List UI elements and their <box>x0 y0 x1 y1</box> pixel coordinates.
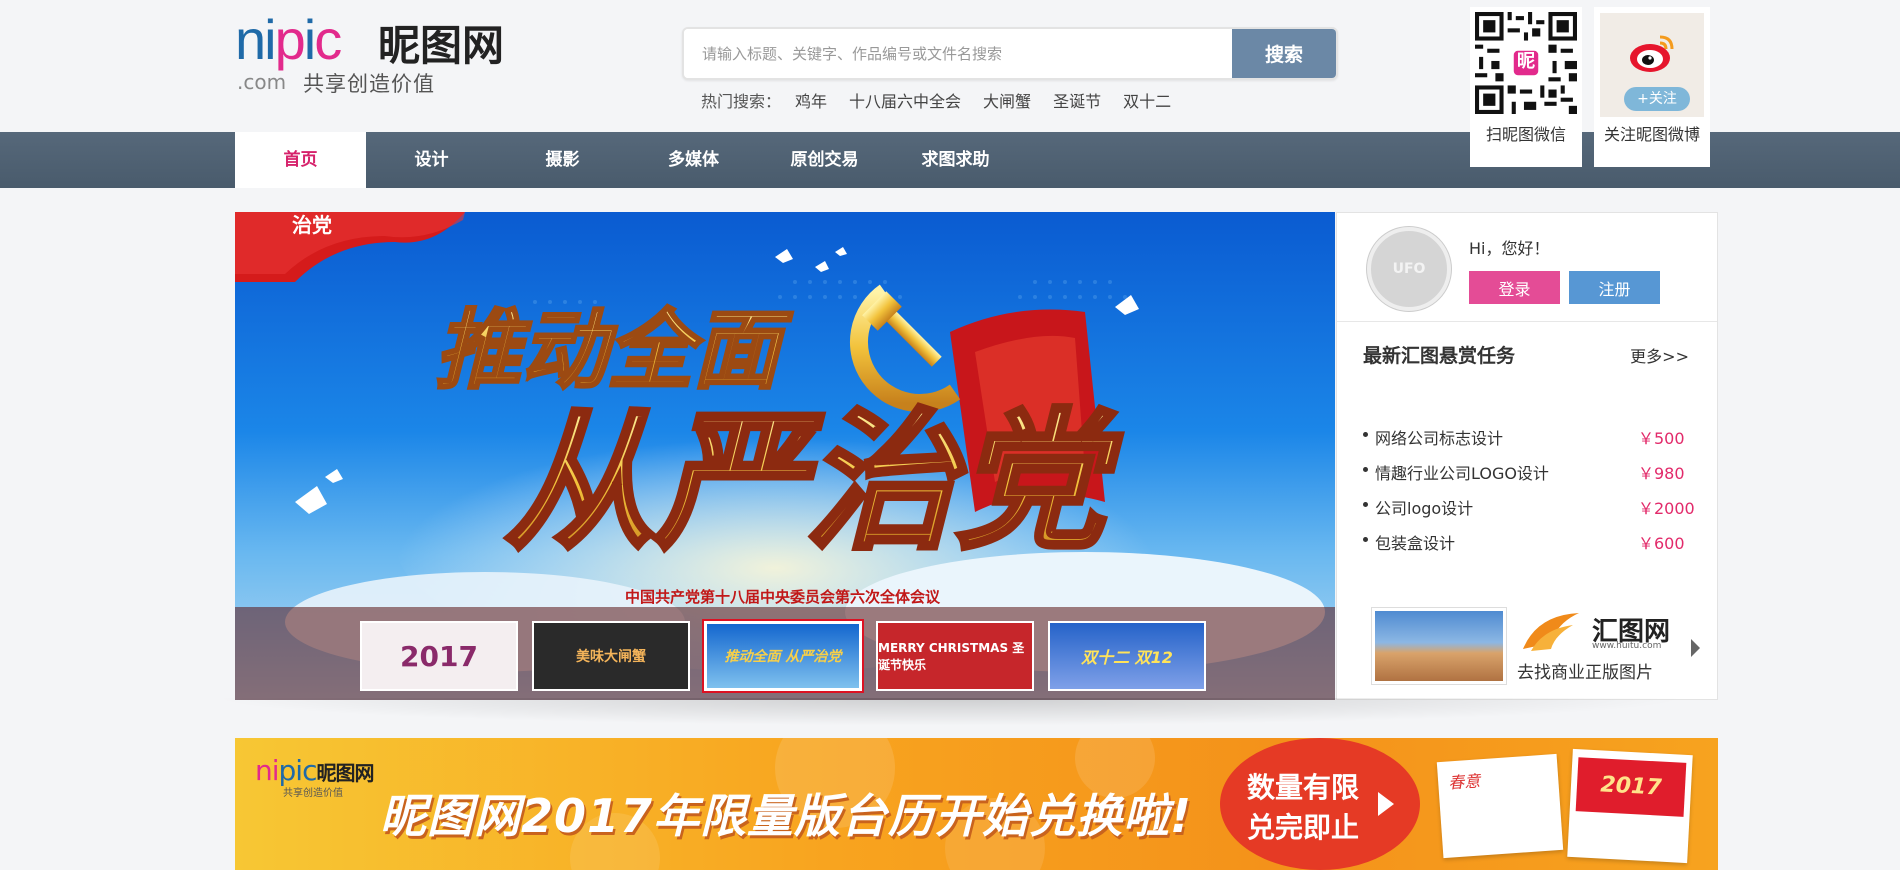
logo-wordmark: nipic <box>235 8 342 71</box>
promo-title: 昵图网2017年限量版台历开始兑换啦! <box>380 789 1193 843</box>
logo-slogan: 共享创造价值 <box>303 72 435 96</box>
landscape-photo <box>1375 611 1503 681</box>
nav-item-photography[interactable]: 摄影 <box>497 132 628 188</box>
task-name: 网络公司标志设计 <box>1375 429 1504 448</box>
bullet-icon <box>1363 467 1368 472</box>
weibo-panel: +关注 <box>1600 13 1704 117</box>
promo-slogan: 共享创造价值 <box>283 788 343 799</box>
site-logo[interactable]: nipic 昵图网 .com 共享创造价值 <box>235 8 510 97</box>
wechat-qr-card[interactable]: 昵 扫昵图微信 <box>1470 7 1582 167</box>
huitu-logo-icon <box>1523 613 1579 651</box>
nav-item-original-trade[interactable]: 原创交易 <box>759 132 890 188</box>
task-name: 情趣行业公司LOGO设计 <box>1375 464 1549 483</box>
carousel-thumbnail-strip: 2017 美味大闸蟹 推动全面 从严治党 MERRY CHRISTMAS 圣诞节… <box>235 607 1335 700</box>
avatar[interactable]: UFO <box>1367 227 1451 311</box>
task-price: ￥2000 <box>1638 499 1695 518</box>
carousel-thumb[interactable]: 美味大闸蟹 <box>532 621 690 691</box>
tasks-title: 最新汇图悬赏任务 <box>1363 345 1516 367</box>
task-price: ￥600 <box>1638 534 1685 553</box>
qr-logo-char: 昵 <box>1517 51 1535 72</box>
user-side-panel: UFO Hi，您好！ 登录 注册 最新汇图悬赏任务 更多>> 网络公司标志设计 … <box>1336 212 1718 700</box>
weibo-card[interactable]: +关注 关注昵图微博 <box>1594 7 1710 167</box>
logo-cn-name: 昵图网 <box>378 21 505 70</box>
avatar-ufo-icon: UFO <box>1392 261 1426 277</box>
hot-search-link[interactable]: 圣诞节 <box>1053 88 1101 112</box>
calendar-image: 2017 <box>1567 748 1693 864</box>
task-price: ￥500 <box>1638 429 1685 448</box>
play-arrow-icon <box>1378 792 1394 816</box>
bullet-icon <box>1363 432 1368 437</box>
hot-search-link[interactable]: 十八届六中全会 <box>849 88 961 112</box>
promo-logo: nipic昵图网 <box>255 754 374 787</box>
weibo-follow-button[interactable]: +关注 <box>1624 87 1690 111</box>
task-item[interactable]: 情趣行业公司LOGO设计 ￥980 <box>1363 460 1693 495</box>
huitu-url: www.huitu.com <box>1592 641 1662 651</box>
search-box: 搜索 <box>682 27 1338 80</box>
hot-searches: 热门搜索： 鸡年 十八届六中全会 大闸蟹 圣诞节 双十二 <box>701 88 1171 112</box>
hot-search-link[interactable]: 鸡年 <box>795 88 827 112</box>
banner-caption: 中国共产党第十八届中央委员会第六次全体会议 <box>625 588 941 606</box>
promo-banner[interactable]: nipic昵图网 共享创造价值 昵图网2017年限量版台历开始兑换啦! 数量有限… <box>235 738 1718 870</box>
wechat-label: 扫昵图微信 <box>1485 125 1566 144</box>
register-button[interactable]: 注册 <box>1569 271 1660 304</box>
divider <box>1337 321 1717 322</box>
huitu-ad-image[interactable] <box>1371 607 1507 685</box>
task-item[interactable]: 网络公司标志设计 ￥500 <box>1363 425 1693 460</box>
tasks-more-link[interactable]: 更多>> <box>1630 343 1689 367</box>
logo-com: .com <box>237 70 287 94</box>
carousel-thumb[interactable]: 推动全面 从严治党 <box>704 621 862 691</box>
calendar-image: 春意 <box>1436 753 1564 859</box>
task-price: ￥980 <box>1638 464 1685 483</box>
page: nipic 昵图网 .com 共享创造价值 搜索 热门搜索： 鸡年 十八届六中全… <box>0 0 1900 870</box>
nav-item-multimedia[interactable]: 多媒体 <box>628 132 759 188</box>
banner-headline-1: 推动全面 <box>435 301 793 401</box>
carousel-thumb[interactable]: 双十二 双12 <box>1048 621 1206 691</box>
hot-search-link[interactable]: 大闸蟹 <box>983 88 1031 112</box>
chevron-right-icon[interactable] <box>1691 639 1700 657</box>
search-button[interactable]: 搜索 <box>1232 29 1336 78</box>
nav-item-home[interactable]: 首页 <box>235 132 366 188</box>
hot-searches-label: 热门搜索： <box>701 92 782 111</box>
task-name: 公司logo设计 <box>1375 499 1474 518</box>
banner-top-tag: 治党 <box>292 213 332 237</box>
nav-item-design[interactable]: 设计 <box>366 132 497 188</box>
carousel-thumb[interactable]: 2017 <box>360 621 518 691</box>
weibo-icon <box>1630 35 1674 72</box>
hero-carousel[interactable]: 治党 推动全面 从严治党 中国共产党第十八届中央委员会第六次全体会议 2017 … <box>235 212 1335 700</box>
section-shadow <box>150 698 1750 728</box>
search-input[interactable] <box>684 29 1234 78</box>
login-button[interactable]: 登录 <box>1469 271 1560 304</box>
task-item[interactable]: 公司logo设计 ￥2000 <box>1363 495 1695 530</box>
huitu-subtitle[interactable]: 去找商业正版图片 <box>1517 658 1653 683</box>
task-list: 网络公司标志设计 ￥500 情趣行业公司LOGO设计 ￥980 公司logo设计… <box>1363 425 1695 565</box>
task-item[interactable]: 包装盒设计 ￥600 <box>1363 530 1693 565</box>
greeting: Hi，您好！ <box>1469 239 1550 258</box>
weibo-label: 关注昵图微博 <box>1603 125 1700 144</box>
nav-item-request-help[interactable]: 求图求助 <box>890 132 1021 188</box>
bullet-icon <box>1363 537 1368 542</box>
hot-search-link[interactable]: 双十二 <box>1123 88 1171 112</box>
bullet-icon <box>1363 502 1368 507</box>
promo-badge-line1: 数量有限 <box>1247 771 1360 804</box>
nav-list: 首页 设计 摄影 多媒体 原创交易 求图求助 <box>235 132 1021 188</box>
carousel-thumb[interactable]: MERRY CHRISTMAS 圣诞节快乐 <box>876 621 1034 691</box>
promo-badge-line2: 兑完即止 <box>1247 811 1360 844</box>
task-name: 包装盒设计 <box>1375 534 1456 553</box>
banner-headline-2: 从严治党 <box>505 396 1122 570</box>
